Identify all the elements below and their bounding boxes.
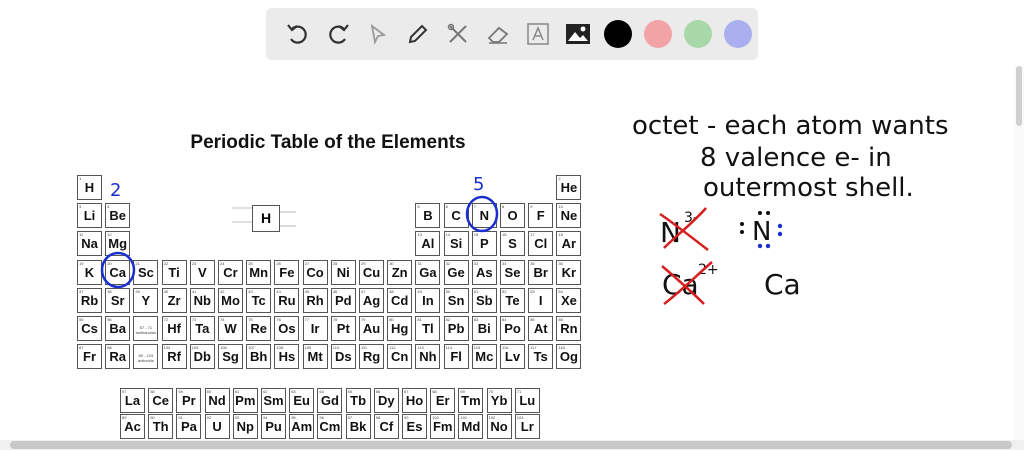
ca-ion-symbol: Ca: [662, 268, 699, 301]
ca-circle-mark: [100, 251, 136, 289]
vertical-scroll-thumb[interactable]: [1016, 66, 1022, 126]
n-circle-mark: [465, 195, 499, 233]
n-lewis-symbol: N: [752, 217, 771, 247]
ca-plain-symbol: Ca: [764, 268, 801, 301]
note-line-1: octet - each atom wants: [632, 111, 949, 141]
note-line-2: 8 valence e- in: [700, 143, 892, 173]
vertical-scrollbar[interactable]: [1014, 66, 1024, 440]
horizontal-scroll-thumb[interactable]: [10, 441, 1012, 449]
ca-group-number: 2: [110, 180, 121, 201]
n-valence-number: 5: [473, 174, 484, 195]
handwriting-layer: 2 5 octet - each atom wants 8 valence e-…: [100, 111, 949, 305]
note-line-3: outermost shell.: [703, 173, 914, 203]
horizontal-scrollbar[interactable]: [0, 440, 1024, 450]
